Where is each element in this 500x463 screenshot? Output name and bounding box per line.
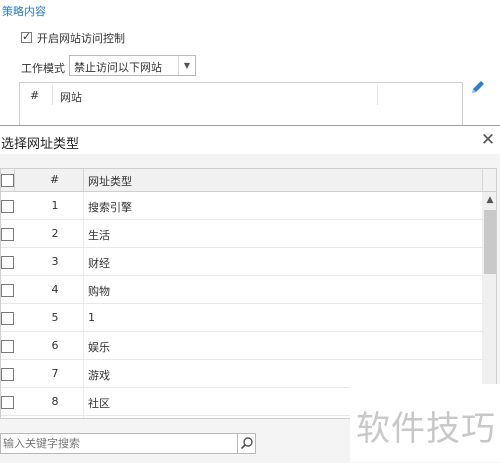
- grid-col-type[interactable]: 网址类型: [88, 173, 132, 189]
- row-url-type: 娱乐: [88, 341, 110, 354]
- search-button[interactable]: [238, 433, 256, 454]
- column-divider: [83, 360, 84, 387]
- column-divider: [83, 192, 84, 219]
- row-checkbox[interactable]: [1, 284, 14, 297]
- dialog-title: 选择网址类型: [1, 137, 80, 152]
- row-checkbox[interactable]: [1, 200, 14, 213]
- column-divider: [52, 85, 53, 105]
- table-row[interactable]: 51: [1, 304, 482, 332]
- grid-header: # 网址类型: [1, 169, 496, 192]
- table-row[interactable]: 2 生活: [1, 220, 482, 248]
- row-url-type: 购物: [88, 285, 110, 298]
- scroll-up-icon[interactable]: ▲: [482, 192, 496, 208]
- row-number: 8: [51, 395, 59, 408]
- chevron-down-icon[interactable]: ▼: [178, 56, 195, 75]
- row-checkbox[interactable]: [1, 256, 14, 269]
- column-divider: [83, 388, 84, 415]
- select-all-checkbox[interactable]: [1, 174, 14, 187]
- watermark: 软件技巧: [350, 384, 500, 462]
- site-table: # 网站: [19, 82, 463, 128]
- row-checkbox[interactable]: [1, 396, 14, 409]
- row-url-type: 财经: [88, 257, 110, 270]
- row-url-type: 游戏: [88, 369, 110, 382]
- row-number: 4: [51, 283, 59, 296]
- row-checkbox[interactable]: [1, 228, 14, 241]
- row-number: 5: [51, 311, 59, 324]
- table-row[interactable]: 4 购物: [1, 276, 482, 304]
- table-row[interactable]: 3 财经: [1, 248, 482, 276]
- column-divider: [83, 169, 84, 191]
- work-mode-label: 工作模式: [21, 62, 65, 75]
- search-input[interactable]: [1, 434, 223, 453]
- row-number: 6: [51, 339, 59, 352]
- site-table-col-site[interactable]: 网站: [60, 89, 82, 105]
- pencil-icon[interactable]: [468, 78, 488, 98]
- row-url-type: 搜索引擎: [88, 201, 132, 214]
- row-number: 7: [51, 367, 59, 380]
- row-number: 3: [51, 255, 59, 268]
- table-row[interactable]: 6 娱乐: [1, 332, 482, 360]
- column-divider: [83, 220, 84, 247]
- column-divider: [83, 276, 84, 303]
- work-mode-value: 禁止访问以下网站: [74, 61, 162, 74]
- search-icon: [240, 437, 253, 450]
- url-type-grid: # 网址类型 1搜索引擎2生活3财经4购物516娱乐7游戏8社区9政府组织 ▲: [0, 168, 497, 419]
- enable-access-control-label: 开启网站访问控制: [37, 32, 125, 45]
- row-url-type: 生活: [88, 229, 110, 242]
- grid-col-num[interactable]: #: [50, 173, 59, 186]
- close-icon[interactable]: ✕: [479, 131, 497, 149]
- table-row[interactable]: 1 搜索引擎: [1, 192, 482, 220]
- row-number: 2: [51, 227, 59, 240]
- column-divider: [83, 416, 84, 418]
- section-title: 策略内容: [2, 5, 46, 18]
- scroll-thumb[interactable]: [484, 210, 496, 274]
- column-divider: [83, 304, 84, 331]
- site-table-col-num: #: [30, 89, 40, 102]
- row-checkbox[interactable]: [1, 312, 14, 325]
- row-checkbox[interactable]: [1, 340, 14, 353]
- column-divider: [377, 85, 378, 105]
- row-number: 1: [51, 199, 59, 212]
- watermark-text: 软件技巧: [356, 409, 496, 449]
- search-box: [0, 433, 238, 454]
- enable-access-control-checkbox[interactable]: [21, 30, 32, 43]
- column-divider: [482, 169, 483, 191]
- column-divider: [83, 332, 84, 359]
- row-url-type: 社区: [88, 397, 110, 410]
- row-checkbox[interactable]: [1, 368, 14, 381]
- column-divider: [83, 248, 84, 275]
- work-mode-select[interactable]: 禁止访问以下网站 ▼: [69, 55, 196, 76]
- row-url-type: 1: [88, 311, 95, 324]
- column-divider: [14, 169, 15, 191]
